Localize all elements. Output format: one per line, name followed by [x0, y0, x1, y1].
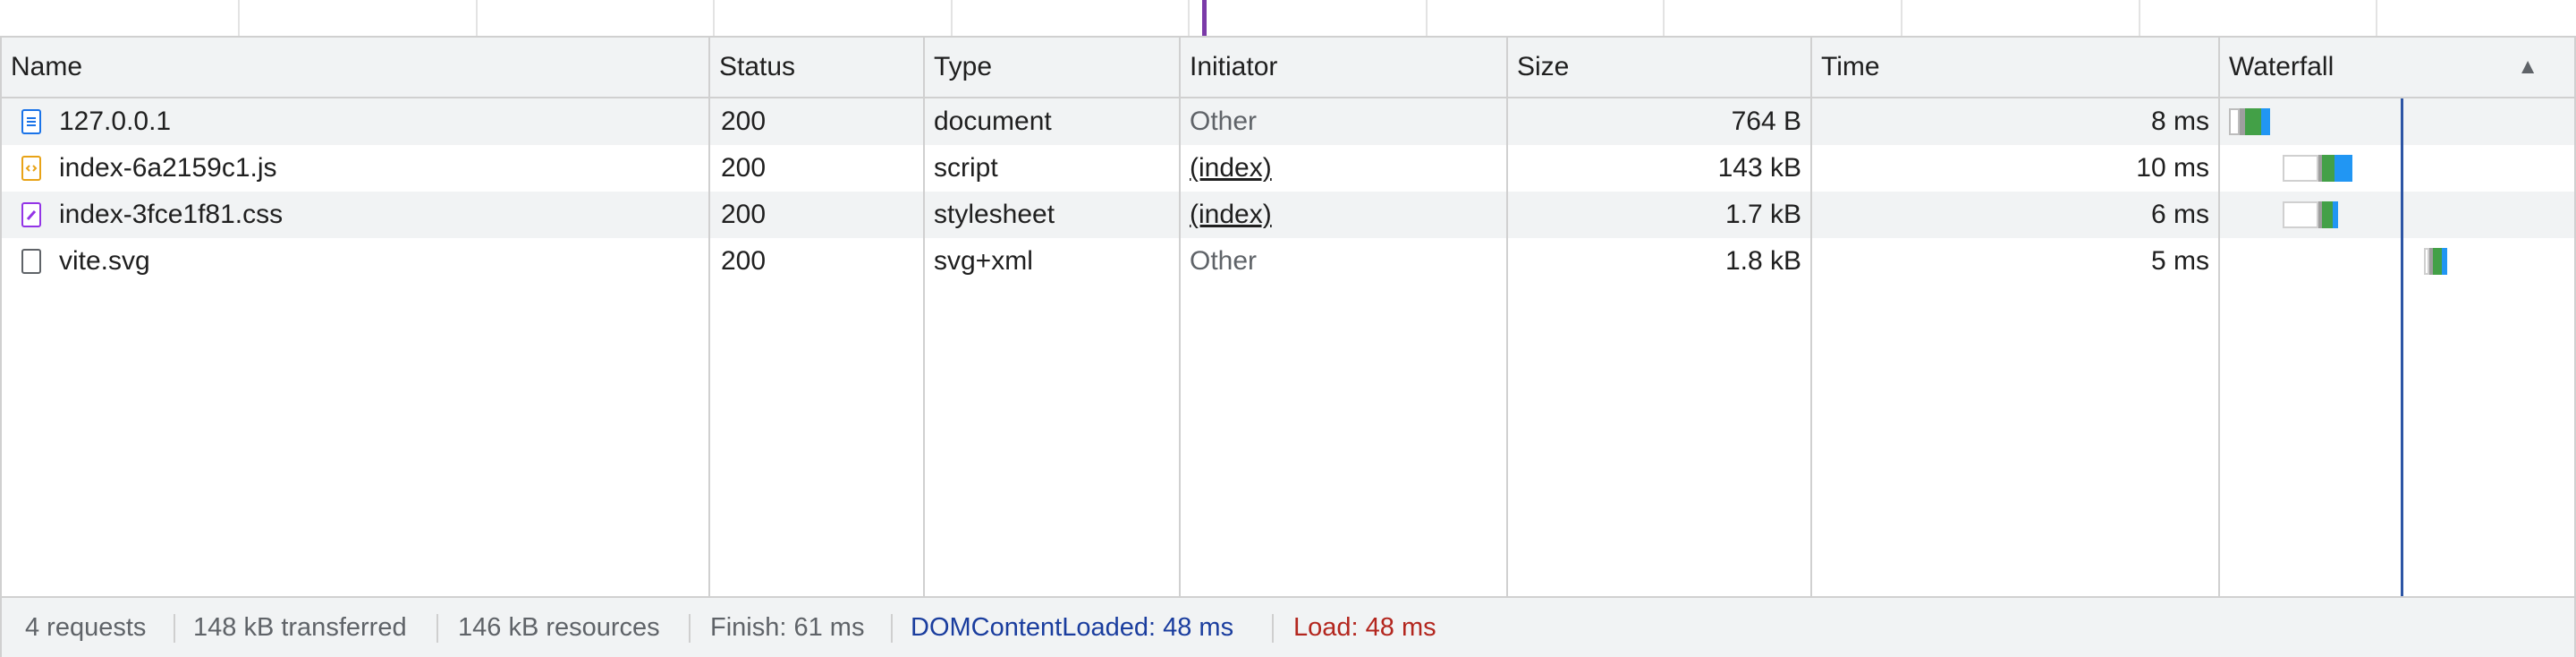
request-status: 200 — [721, 200, 767, 229]
status-divider — [436, 614, 438, 643]
overview-timeline[interactable] — [0, 0, 2576, 38]
column-resizer[interactable] — [923, 38, 925, 596]
overview-grid-line — [1663, 0, 1665, 36]
waterfall-waiting-bar — [2245, 108, 2261, 135]
request-initiator: Other — [1190, 246, 1258, 276]
network-request-table: Name Status Type Initiator Size Time Wat… — [0, 38, 2576, 596]
waterfall-area — [2220, 98, 2574, 596]
requests-count: 4 requests — [25, 613, 147, 642]
table-row[interactable]: 127.0.0.1 200 document Other 764 B 8 ms — [2, 98, 2218, 145]
waterfall-row — [2220, 145, 2574, 192]
request-time: 8 ms — [2150, 107, 2209, 136]
column-header-size[interactable]: Size — [1508, 38, 1569, 97]
waterfall-row — [2220, 192, 2574, 238]
request-time: 5 ms — [2150, 246, 2209, 276]
request-name[interactable]: 127.0.0.1 — [59, 98, 171, 145]
table-header: Name Status Type Initiator Size Time Wat… — [2, 38, 2574, 98]
dom-content-loaded-time: DOMContentLoaded: 48 ms — [911, 613, 1234, 642]
request-name[interactable]: vite.svg — [59, 238, 150, 285]
column-header-time[interactable]: Time — [1812, 38, 1880, 97]
waterfall-download-bar — [2334, 155, 2352, 182]
overview-grid-line — [1426, 0, 1428, 36]
waterfall-queue-bar — [2283, 155, 2318, 182]
overview-grid-line — [713, 0, 715, 36]
waterfall-download-bar — [2261, 108, 2270, 135]
status-divider — [1272, 614, 1274, 643]
waterfall-waiting-bar — [2433, 248, 2442, 275]
waterfall-queue-bar — [2229, 108, 2240, 135]
request-time: 6 ms — [2150, 200, 2209, 229]
waterfall-queue-bar — [2283, 201, 2318, 228]
request-name[interactable]: index-3fce1f81.css — [59, 192, 283, 238]
summary-status-bar: 4 requests 148 kB transferred 146 kB res… — [0, 596, 2576, 657]
request-initiator: Other — [1190, 107, 1258, 136]
request-type: svg+xml — [934, 246, 1033, 276]
stylesheet-icon — [21, 202, 41, 227]
request-initiator-link[interactable]: (index) — [1190, 192, 1272, 238]
status-divider — [174, 614, 175, 643]
request-name[interactable]: index-6a2159c1.js — [59, 145, 277, 192]
table-row[interactable]: index-3fce1f81.css 200 stylesheet (index… — [2, 192, 2218, 238]
waterfall-download-bar — [2442, 248, 2447, 275]
file-icon — [21, 249, 41, 274]
column-header-status[interactable]: Status — [710, 38, 795, 97]
overview-grid-line — [476, 0, 478, 36]
load-time: Load: 48 ms — [1293, 613, 1436, 642]
table-row[interactable]: index-6a2159c1.js 200 script (index) 143… — [2, 145, 2218, 192]
request-size: 1.7 kB — [1724, 200, 1801, 229]
request-status: 200 — [721, 246, 767, 276]
overview-grid-line — [2376, 0, 2377, 36]
column-header-waterfall[interactable]: Waterfall — [2220, 38, 2334, 97]
overview-grid-line — [1901, 0, 1902, 36]
status-divider — [891, 614, 893, 643]
column-header-type[interactable]: Type — [925, 38, 992, 97]
status-divider — [689, 614, 691, 643]
table-row[interactable]: vite.svg 200 svg+xml Other 1.8 kB 5 ms — [2, 238, 2218, 285]
column-resizer[interactable] — [2218, 38, 2220, 596]
dom-content-loaded-line — [2401, 98, 2403, 596]
waterfall-waiting-bar — [2322, 201, 2333, 228]
request-type: document — [934, 107, 1052, 136]
request-status: 200 — [721, 107, 767, 136]
request-size: 1.8 kB — [1724, 246, 1801, 276]
overview-grid-line — [238, 0, 240, 36]
resources-size: 146 kB resources — [458, 613, 660, 642]
waterfall-row — [2220, 238, 2574, 285]
request-time: 10 ms — [2136, 153, 2209, 183]
column-resizer[interactable] — [708, 38, 710, 596]
waterfall-waiting-bar — [2322, 155, 2334, 182]
request-type: script — [934, 153, 998, 183]
script-icon — [21, 156, 41, 181]
waterfall-download-bar — [2333, 201, 2338, 228]
column-header-initiator[interactable]: Initiator — [1181, 38, 1277, 97]
request-initiator-link[interactable]: (index) — [1190, 145, 1272, 192]
request-size: 143 kB — [1717, 153, 1801, 183]
column-resizer[interactable] — [1179, 38, 1181, 596]
document-icon — [21, 109, 41, 134]
column-resizer[interactable] — [1810, 38, 1812, 596]
request-size: 764 B — [1731, 107, 1801, 136]
request-status: 200 — [721, 153, 767, 183]
overview-grid-line — [2139, 0, 2140, 36]
column-header-name[interactable]: Name — [2, 38, 82, 97]
sort-ascending-icon[interactable]: ▲ — [2517, 38, 2538, 97]
finish-time: Finish: 61 ms — [710, 613, 865, 642]
request-type: stylesheet — [934, 200, 1055, 229]
overview-load-marker — [1202, 0, 1207, 36]
overview-grid-line — [951, 0, 953, 36]
transferred-size: 148 kB transferred — [193, 613, 407, 642]
waterfall-row — [2220, 98, 2574, 145]
overview-grid-line — [1188, 0, 1190, 36]
column-resizer[interactable] — [1506, 38, 1508, 596]
